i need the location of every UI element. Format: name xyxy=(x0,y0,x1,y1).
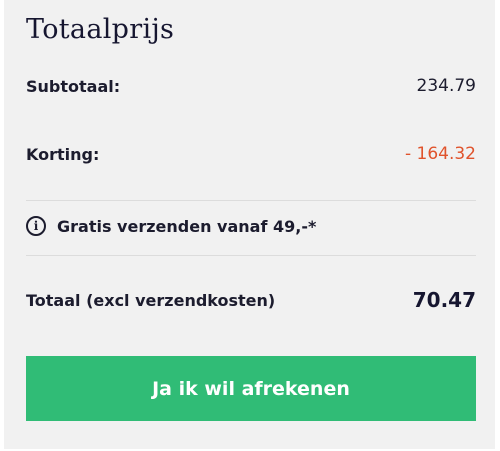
discount-label: Korting: xyxy=(26,144,100,164)
discount-value: - 164.32 xyxy=(404,144,476,164)
summary-title: Totaalprijs xyxy=(26,14,175,45)
total-row: Totaal (excl verzendkosten) 70.47 xyxy=(26,288,476,312)
divider xyxy=(26,200,476,201)
divider xyxy=(26,255,476,256)
price-summary-panel: Totaalprijs Subtotaal: 234.79 Korting: -… xyxy=(4,0,495,449)
total-label: Totaal (excl verzendkosten) xyxy=(26,290,276,310)
subtotal-row: Subtotaal: 234.79 xyxy=(26,76,476,96)
info-circle-icon: i xyxy=(26,216,46,236)
discount-row: Korting: - 164.32 xyxy=(26,144,476,164)
shipping-notice-text: Gratis verzenden vanaf 49,-* xyxy=(57,216,317,236)
shipping-notice: i Gratis verzenden vanaf 49,-* xyxy=(26,216,316,236)
subtotal-label: Subtotaal: xyxy=(26,76,121,96)
subtotal-value: 234.79 xyxy=(416,76,476,96)
checkout-button[interactable]: Ja ik wil afrekenen xyxy=(26,356,476,421)
total-value: 70.47 xyxy=(412,288,476,312)
